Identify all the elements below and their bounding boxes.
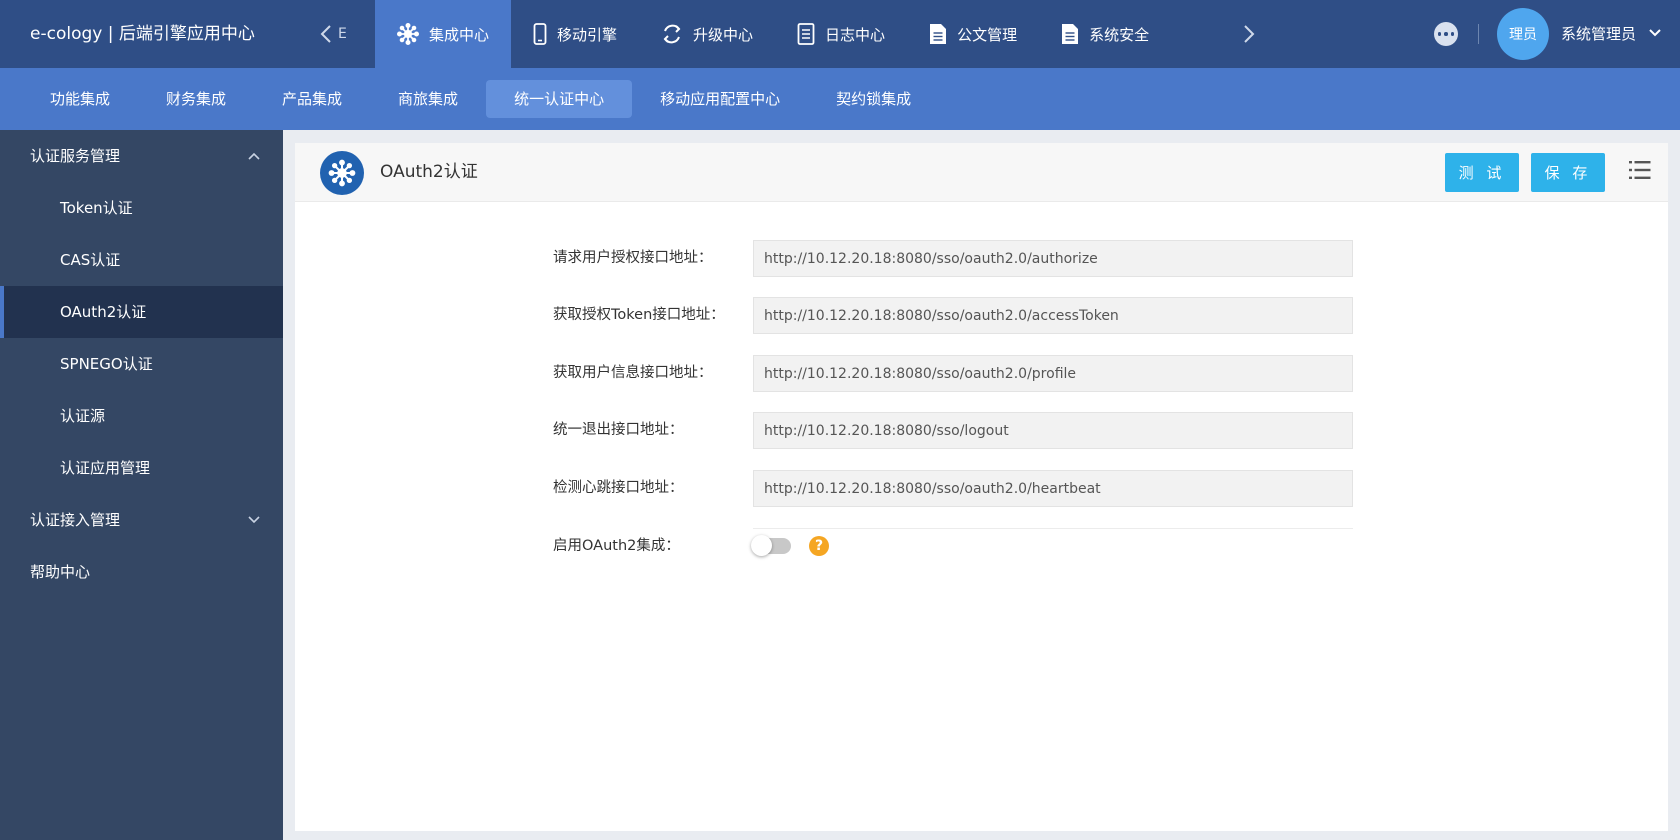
form-row-logout: 统一退出接口地址：	[553, 412, 1353, 468]
sidebar-item-spnego[interactable]: SPNEGO认证	[0, 338, 283, 390]
top-tab-label: 日志中心	[825, 25, 886, 44]
top-tab-integration[interactable]: 集成中心	[375, 0, 512, 68]
sidebar-group-label: 认证服务管理	[30, 147, 121, 165]
page-title: OAuth2认证	[380, 162, 478, 182]
list-menu-icon[interactable]	[1629, 160, 1651, 180]
sidebar-group-auth-service[interactable]: 认证服务管理	[0, 130, 283, 182]
top-tab-label: 集成中心	[429, 25, 490, 44]
top-tab-security[interactable]: 系统安全	[1039, 0, 1171, 68]
authorize-url-input[interactable]	[753, 240, 1353, 277]
tabs-next-button[interactable]	[1234, 0, 1264, 68]
sidebar-group-auth-access[interactable]: 认证接入管理	[0, 494, 283, 546]
integration-icon	[397, 23, 419, 45]
tabs-overflow-glyph: E	[338, 26, 347, 42]
top-tab-log[interactable]: 日志中心	[775, 0, 907, 68]
sub-nav-travel[interactable]: 商旅集成	[370, 80, 486, 118]
authorize-url-label: 请求用户授权接口地址：	[553, 250, 713, 266]
heartbeat-url-label: 检测心跳接口地址：	[553, 480, 684, 496]
top-tab-mobile[interactable]: 移动引擎	[511, 0, 639, 68]
test-button[interactable]: 测 试	[1445, 153, 1519, 192]
top-divider	[1478, 24, 1479, 44]
document-icon	[930, 24, 947, 44]
profile-url-label: 获取用户信息接口地址：	[553, 365, 713, 381]
oauth-icon	[320, 151, 364, 195]
top-tab-label: 升级中心	[693, 25, 754, 44]
sidebar-item-token[interactable]: Token认证	[0, 182, 283, 234]
chevron-down-icon	[248, 516, 260, 524]
top-tab-label: 公文管理	[957, 25, 1018, 44]
enable-oauth2-toggle[interactable]	[751, 535, 791, 556]
more-menu-button[interactable]	[1434, 22, 1458, 46]
form-row-heartbeat: 检测心跳接口地址：	[553, 470, 1353, 526]
logout-url-label: 统一退出接口地址：	[553, 422, 684, 438]
sidebar: 认证服务管理 Token认证 CAS认证 OAuth2认证 SPNEGO认证 认…	[0, 130, 283, 840]
sub-nav-unified-auth[interactable]: 统一认证中心	[486, 80, 633, 118]
form-row-profile: 获取用户信息接口地址：	[553, 355, 1353, 411]
upgrade-icon	[663, 24, 681, 44]
sidebar-item-auth-app[interactable]: 认证应用管理	[0, 442, 283, 494]
sub-nav-product[interactable]: 产品集成	[254, 80, 370, 118]
sub-nav: 功能集成 财务集成 产品集成 商旅集成 统一认证中心 移动应用配置中心 契约锁集…	[0, 68, 1680, 130]
top-tab-document[interactable]: 公文管理	[907, 0, 1039, 68]
log-icon	[797, 23, 815, 45]
enable-oauth2-label: 启用OAuth2集成：	[553, 538, 680, 554]
top-tab-label: 移动引擎	[557, 25, 618, 44]
top-bar: e-cology | 后端引擎应用中心 E 集成中心 移动引擎 升级中心 日志中…	[0, 0, 1680, 68]
help-icon[interactable]: ?	[809, 536, 829, 556]
user-name[interactable]: 系统管理员	[1561, 0, 1636, 68]
sidebar-group-label: 帮助中心	[30, 563, 91, 581]
more-icon	[1437, 32, 1442, 36]
save-button[interactable]: 保 存	[1531, 153, 1605, 192]
sub-nav-finance[interactable]: 财务集成	[138, 80, 254, 118]
sub-nav-function[interactable]: 功能集成	[22, 80, 138, 118]
chevron-right-icon	[1244, 25, 1255, 43]
top-tabs: 集成中心 移动引擎 升级中心 日志中心 公文管理 系统安全	[375, 0, 1230, 68]
sub-nav-contract-lock[interactable]: 契约锁集成	[808, 80, 939, 118]
chevron-left-icon	[320, 25, 331, 43]
top-tab-label: 系统安全	[1089, 25, 1150, 44]
main-panel: OAuth2认证 测 试 保 存 请求用户授权接口地址： 获取授权Token接口…	[295, 143, 1668, 831]
mobile-icon	[533, 23, 547, 45]
top-tab-upgrade[interactable]: 升级中心	[639, 0, 775, 68]
sub-nav-items: 功能集成 财务集成 产品集成 商旅集成 统一认证中心 移动应用配置中心 契约锁集…	[22, 68, 939, 130]
heartbeat-url-input[interactable]	[753, 470, 1353, 507]
app-brand: e-cology | 后端引擎应用中心	[30, 24, 255, 44]
sub-nav-mobile-config[interactable]: 移动应用配置中心	[632, 80, 808, 118]
panel-header: OAuth2认证 测 试 保 存	[295, 143, 1668, 202]
toggle-knob	[751, 535, 772, 556]
form-row-enable-oauth2: 启用OAuth2集成： ?	[553, 528, 1353, 584]
token-url-input[interactable]	[753, 297, 1353, 334]
form-row-authorize: 请求用户授权接口地址：	[553, 240, 1353, 296]
avatar[interactable]: 理员	[1497, 8, 1549, 60]
sidebar-item-cas[interactable]: CAS认证	[0, 234, 283, 286]
sidebar-group-label: 认证接入管理	[30, 511, 121, 529]
form-row-token: 获取授权Token接口地址：	[553, 297, 1353, 353]
sidebar-item-auth-source[interactable]: 认证源	[0, 390, 283, 442]
sidebar-group-help[interactable]: 帮助中心	[0, 546, 283, 598]
chevron-up-icon	[248, 152, 260, 160]
token-url-label: 获取授权Token接口地址：	[553, 307, 725, 323]
profile-url-input[interactable]	[753, 355, 1353, 392]
sidebar-item-oauth2[interactable]: OAuth2认证	[0, 286, 283, 338]
logout-url-input[interactable]	[753, 412, 1353, 449]
chevron-down-icon[interactable]	[1648, 26, 1662, 40]
document-icon	[1062, 24, 1079, 44]
